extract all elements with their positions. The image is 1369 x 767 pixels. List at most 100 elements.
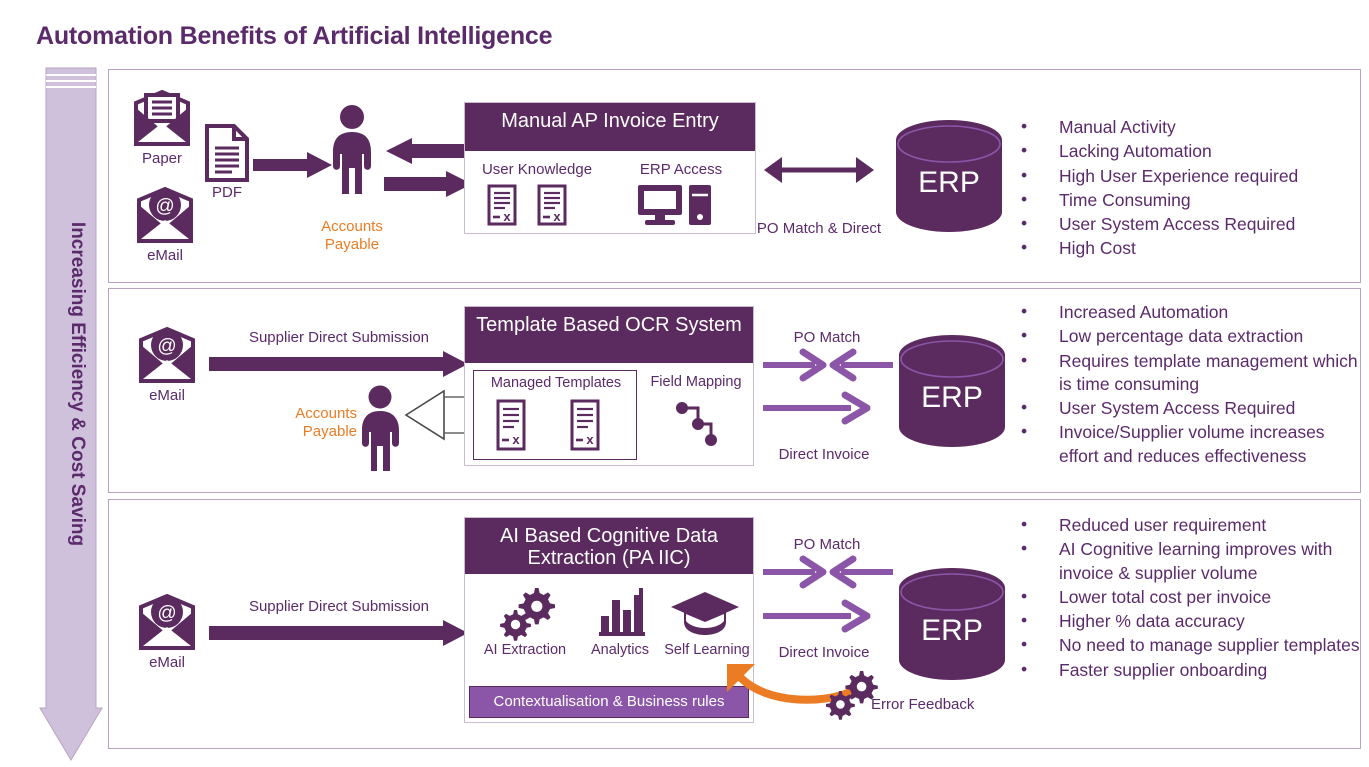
benefit-text: Manual Activity [1059, 117, 1176, 137]
bullet-icon: • [1021, 116, 1028, 136]
row-template-ocr: @ eMail Supplier Direct Submission Accou… [108, 288, 1361, 493]
connector-po-match-arrows [763, 348, 893, 384]
erp-label: ERP [918, 166, 980, 199]
page-title: Automation Benefits of Artificial Intell… [36, 22, 553, 50]
gears-icon [826, 670, 878, 723]
svg-text:x: x [503, 209, 511, 224]
benefit-item: • High User Experience required [1015, 165, 1355, 188]
input-label-email: eMail [149, 654, 185, 671]
benefit-text: User System Access Required [1059, 398, 1296, 419]
person-icon [324, 104, 380, 201]
benefit-item: • Faster supplier onboarding [1015, 659, 1361, 682]
benefit-item: • Time Consuming [1015, 189, 1355, 212]
email-envelope-icon: @ [137, 326, 197, 388]
input-label-pdf: PDF [212, 184, 242, 201]
benefit-text: Low percentage data extraction [1059, 326, 1304, 347]
feature-label-ai-extraction: AI Extraction [483, 642, 567, 658]
desktop-tower-icon [637, 183, 713, 232]
benefit-item: • AI Cognitive learning improves with inv… [1015, 538, 1361, 585]
bullet-icon: • [1021, 634, 1028, 655]
connector-label-direct-invoice: Direct Invoice [778, 446, 870, 463]
envelope-icon [131, 89, 193, 151]
row-manual-ap: Paper PDF @ eMail Accounts Payable Manua… [108, 69, 1361, 283]
svg-text:@: @ [157, 336, 176, 357]
document-x-icon: x [487, 184, 517, 231]
benefit-text: Faster supplier onboarding [1059, 659, 1268, 680]
input-label-paper: Paper [141, 150, 183, 167]
benefit-item: • Invoice/Supplier volume increases effor… [1015, 421, 1361, 468]
flow-arrow-supplier-submission [209, 351, 469, 382]
document-icon [204, 124, 250, 187]
benefit-text: User System Access Required [1059, 214, 1296, 235]
benefit-text: AI Cognitive learning improves with invo… [1059, 539, 1333, 583]
feature-label-field-mapping: Field Mapping [650, 374, 742, 390]
svg-text:x: x [553, 209, 561, 224]
connector-label-po-match: PO Match [793, 536, 861, 553]
person-icon [354, 385, 406, 478]
bullet-icon: • [1021, 213, 1028, 234]
gears-icon [499, 586, 555, 643]
flow-label-supplier-submission: Supplier Direct Submission [248, 598, 430, 615]
managed-templates-box: Managed Templates x x [473, 370, 637, 460]
bullet-icon: • [1021, 585, 1028, 606]
bidirectional-flow-arrows [384, 138, 474, 205]
flow-label-supplier-submission: Supplier Direct Submission [248, 329, 430, 346]
svg-text:x: x [586, 432, 594, 447]
benefit-text: High Cost [1059, 238, 1136, 259]
connector-label-po-match-direct: PO Match & Direct [756, 220, 882, 237]
bullet-icon: • [1021, 140, 1028, 161]
benefit-text: Requires template management which is ti… [1059, 350, 1358, 394]
diagram-canvas: Automation Benefits of Artificial Intell… [0, 0, 1369, 767]
bullet-icon: • [1021, 421, 1028, 442]
feature-label-managed-templates: Managed Templates [490, 375, 622, 391]
benefit-item: • Higher % data accuracy [1015, 610, 1361, 633]
bullet-icon: • [1021, 325, 1028, 346]
benefit-item: • Manual Activity [1015, 116, 1355, 139]
feature-label-user-knowledge: User Knowledge [481, 161, 593, 178]
connector-double-arrow [764, 156, 874, 189]
svg-text:@: @ [155, 196, 174, 217]
benefit-item: • Lacking Automation [1015, 140, 1355, 163]
benefit-item: • Lower total cost per invoice [1015, 586, 1361, 609]
actor-label-accounts-payable: Accounts Payable [321, 218, 383, 253]
connector-po-match-arrows [763, 555, 893, 591]
email-envelope-icon: @ [137, 593, 197, 655]
benefit-text: Higher % data accuracy [1059, 611, 1245, 632]
system-panel-manual-ap: Manual AP Invoice Entry User Knowledge E… [464, 102, 756, 234]
connector-direct-invoice-arrow [763, 391, 873, 427]
feedback-label-error-feedback: Error Feedback [871, 696, 975, 713]
bullet-icon: • [1021, 188, 1028, 209]
benefit-item: • High Cost [1015, 237, 1355, 260]
system-panel-header: AI Based Cognitive Data Extraction (PA I… [465, 518, 753, 574]
bullet-icon: • [1021, 514, 1028, 534]
benefit-item: • Requires template management which is t… [1015, 350, 1361, 397]
benefit-text: Lower total cost per invoice [1059, 586, 1272, 607]
svg-text:x: x [512, 432, 520, 447]
bullet-icon: • [1021, 237, 1028, 258]
row-ai-cognitive: @ eMail Supplier Direct Submission AI Ba… [108, 499, 1361, 749]
erp-label: ERP [921, 381, 983, 414]
bullet-icon: • [1021, 349, 1028, 370]
erp-database-icon: ERP [897, 335, 1007, 452]
bullet-icon: • [1021, 397, 1028, 418]
benefit-item: • No need to manage supplier templates [1015, 634, 1361, 657]
benefit-text: Time Consuming [1059, 189, 1191, 210]
document-x-icon: x [496, 399, 526, 456]
benefit-text: High User Experience required [1059, 165, 1299, 186]
efficiency-axis-arrow: Increasing Efficiency & Cost Saving [39, 67, 103, 761]
bullet-icon: • [1021, 301, 1028, 321]
benefits-list-ai: • Reduced user requirement • AI Cognitive l… [1015, 514, 1361, 683]
connector-label-po-match: PO Match [793, 329, 861, 346]
system-panel-header: Manual AP Invoice Entry [465, 103, 755, 151]
benefits-list-ocr: • Increased Automation • Low percentage dat… [1015, 301, 1361, 469]
bullet-icon: • [1021, 164, 1028, 185]
benefit-text: Lacking Automation [1059, 141, 1212, 162]
benefit-text: Increased Automation [1059, 302, 1229, 322]
email-envelope-icon: @ [135, 186, 195, 248]
document-x-icon: x [570, 399, 600, 456]
bullet-icon: • [1021, 538, 1028, 559]
feature-label-erp-access: ERP Access [639, 161, 723, 178]
benefit-text: Reduced user requirement [1059, 515, 1267, 535]
erp-database-icon: ERP [894, 120, 1004, 237]
benefit-item: • Increased Automation [1015, 301, 1361, 324]
